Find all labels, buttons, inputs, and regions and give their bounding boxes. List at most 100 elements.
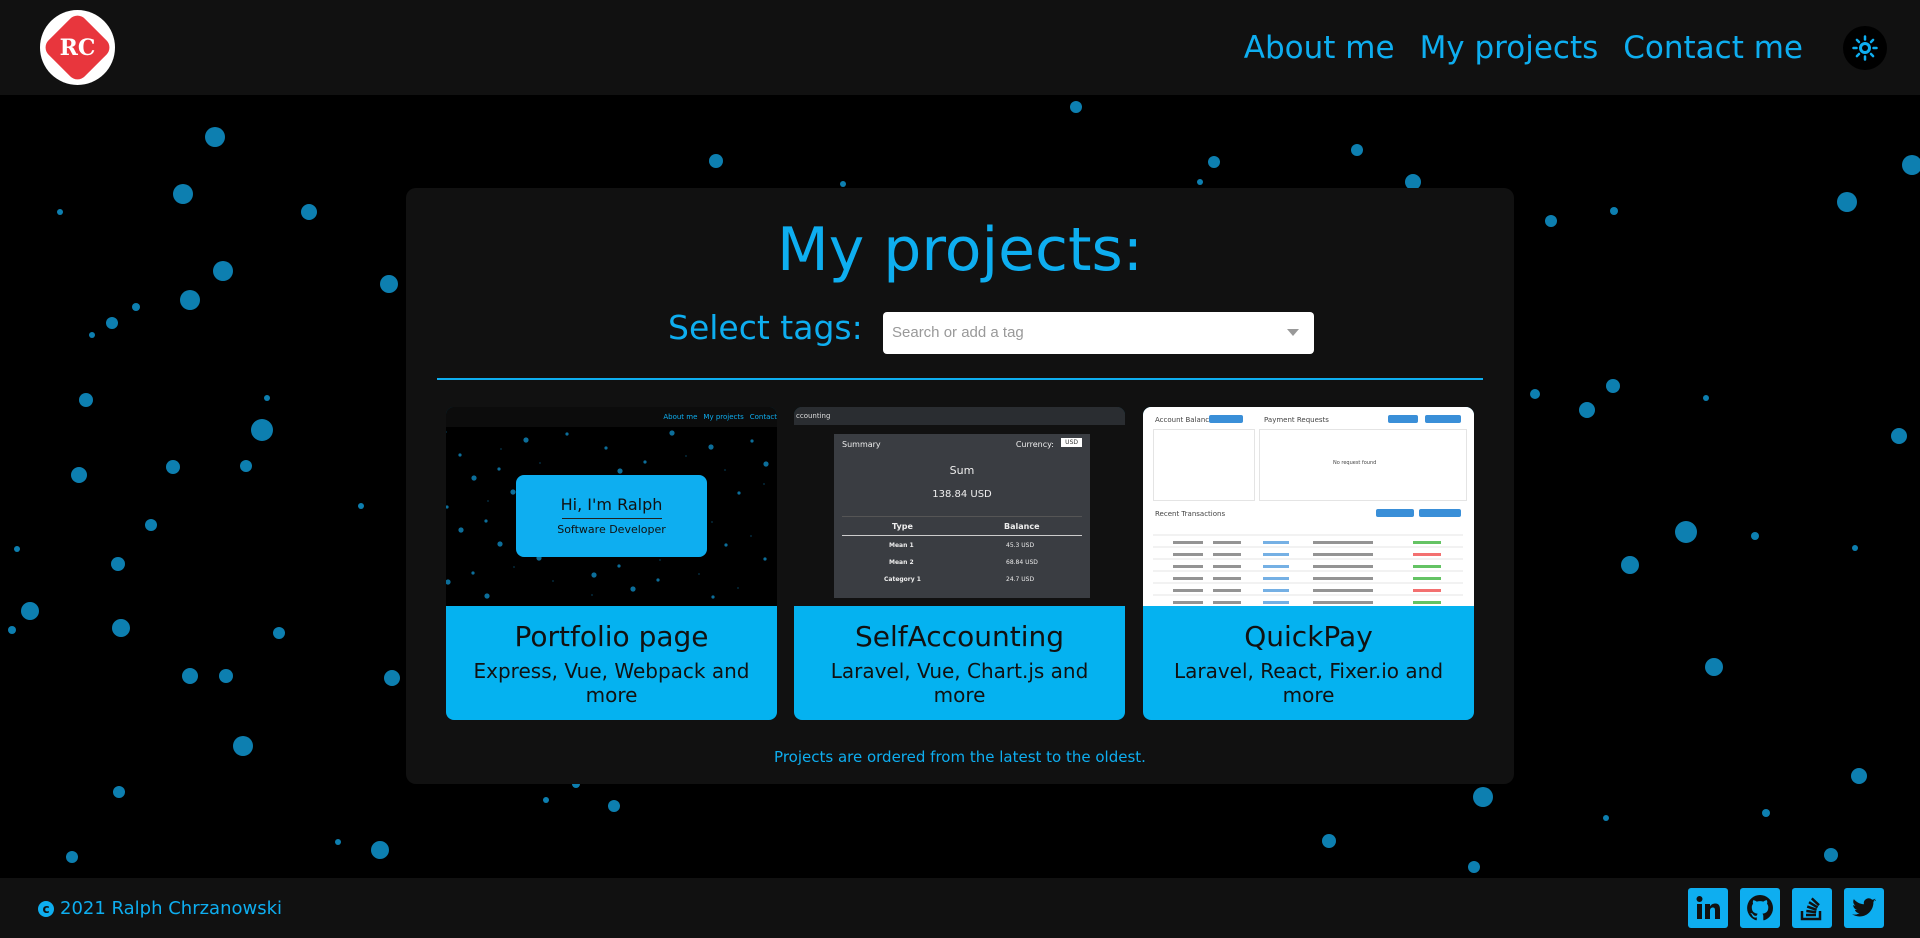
particle-dot (182, 668, 198, 684)
particle-dot (205, 127, 225, 147)
particle-dot (1703, 395, 1709, 401)
twitter-link[interactable] (1844, 888, 1884, 928)
preview-table-cell (1213, 601, 1241, 604)
particle-dot (8, 626, 16, 634)
preview-table-cell (1173, 541, 1203, 544)
theme-toggle-button[interactable] (1843, 26, 1887, 70)
preview-particle-dot (591, 572, 597, 578)
preview-table-cell (1173, 553, 1203, 556)
particle-dot (840, 181, 846, 187)
preview-particle-dot (471, 571, 475, 575)
nav-about-me[interactable]: About me (1244, 25, 1395, 71)
project-card-selfaccounting[interactable]: ccounting Summary Currency: USD Sum 138.… (794, 407, 1125, 720)
particle-dot (543, 797, 549, 803)
preview-particle-dot (669, 430, 675, 436)
preview-greeting: Hi, I'm Ralph (560, 495, 663, 514)
preview-table-cell (1313, 541, 1373, 544)
preview-row-type: Mean 2 (889, 559, 914, 566)
preview-button (1376, 509, 1414, 517)
footer: c 2021 Ralph Chrzanowski (0, 878, 1920, 938)
preview-col-balance: Balance (1004, 522, 1040, 531)
preview-table-cell (1213, 565, 1241, 568)
preview-transactions-table (1153, 534, 1463, 604)
particle-dot (173, 184, 193, 204)
project-card-portfolio[interactable]: About me My projects Contact Hi, I'm Ral… (446, 407, 777, 720)
particle-dot (1762, 809, 1770, 817)
particle-dot (79, 393, 93, 407)
preview-particle-dot (510, 489, 516, 495)
stackoverflow-link[interactable] (1792, 888, 1832, 928)
preview-particle-dot (617, 564, 621, 568)
preview-particle-dot (591, 594, 593, 596)
top-navbar: RC About me My projects Contact me (0, 0, 1920, 95)
preview-particle-dot (698, 573, 700, 575)
tag-search-input[interactable] (883, 312, 1272, 352)
divider (437, 378, 1483, 380)
preview-particle-dot (458, 527, 464, 533)
projects-panel: My projects: Select tags: About me My pr… (406, 188, 1514, 784)
preview-recent-transactions: Recent Transactions (1155, 510, 1226, 518)
chevron-down-icon[interactable] (1287, 329, 1299, 336)
preview-button (1419, 509, 1461, 517)
select-tags-label: Select tags: (668, 308, 863, 347)
particle-dot (1610, 207, 1618, 215)
particle-dot (112, 619, 130, 637)
preview-sum-label: Sum (949, 464, 975, 477)
particle-dot (1473, 787, 1493, 807)
particle-dot (1852, 545, 1858, 551)
preview-particle-dot (724, 543, 728, 547)
linkedin-link[interactable] (1688, 888, 1728, 928)
tag-multiselect[interactable] (883, 312, 1314, 354)
preview-particle-dot (724, 469, 726, 471)
particle-dot (264, 395, 270, 401)
particle-dot (89, 332, 95, 338)
particle-dot (1351, 144, 1363, 156)
nav-contact-me[interactable]: Contact me (1623, 25, 1803, 71)
particle-dot (1070, 101, 1082, 113)
preview-particle-dot (497, 467, 501, 471)
github-link[interactable] (1740, 888, 1780, 928)
preview-col-type: Type (892, 522, 913, 531)
particle-dot (166, 460, 180, 474)
preview-table-cell (1213, 541, 1241, 544)
particle-dot (371, 841, 389, 859)
preview-sum-value: 138.84 USD (932, 489, 992, 500)
project-card-quickpay[interactable]: Account Balance Payment Requests No requ… (1143, 407, 1474, 720)
particle-dot (608, 800, 620, 812)
preview-particle-dot (711, 595, 715, 599)
project-title: QuickPay (1244, 620, 1373, 653)
logo[interactable]: RC (40, 10, 115, 85)
preview-divider (561, 518, 662, 519)
particle-dot (380, 275, 398, 293)
preview-table-cell (1313, 601, 1373, 604)
project-info: QuickPay Laravel, React, Fixer.io and mo… (1143, 606, 1474, 720)
social-links (1688, 888, 1884, 928)
particle-dot (145, 519, 157, 531)
project-techs: Laravel, Vue, Chart.js and more (830, 659, 1089, 707)
nav-my-projects[interactable]: My projects (1420, 25, 1599, 71)
preview-button (1388, 415, 1418, 423)
preview-particle-dot (630, 586, 636, 592)
particle-dot (335, 839, 341, 845)
preview-payment-requests: Payment Requests (1264, 416, 1329, 424)
preview-account-balance: Account Balance (1155, 416, 1214, 424)
particle-dot (1837, 192, 1857, 212)
particle-dot (1606, 379, 1620, 393)
preview-table-cell (1263, 577, 1289, 580)
preview-button (1209, 415, 1243, 423)
preview-table-cell (1413, 565, 1441, 568)
particle-dot (1197, 179, 1203, 185)
preview-row-balance: 45.3 USD (1006, 542, 1035, 549)
preview-particle-dot (643, 460, 647, 464)
preview-table-cell (1263, 565, 1289, 568)
particle-dot (1621, 556, 1639, 574)
particle-dot (180, 290, 200, 310)
preview-table-cell (1413, 541, 1441, 544)
preview-particle-dot (539, 462, 541, 464)
project-preview-image: ccounting Summary Currency: USD Sum 138.… (794, 407, 1125, 606)
particle-dot (1705, 658, 1723, 676)
preview-summary-box: Summary Currency: USD Sum 138.84 USD Typ… (834, 434, 1090, 598)
preview-particle-dot (484, 593, 490, 599)
preview-particle-dot (458, 453, 462, 457)
preview-table-cell (1173, 577, 1203, 580)
